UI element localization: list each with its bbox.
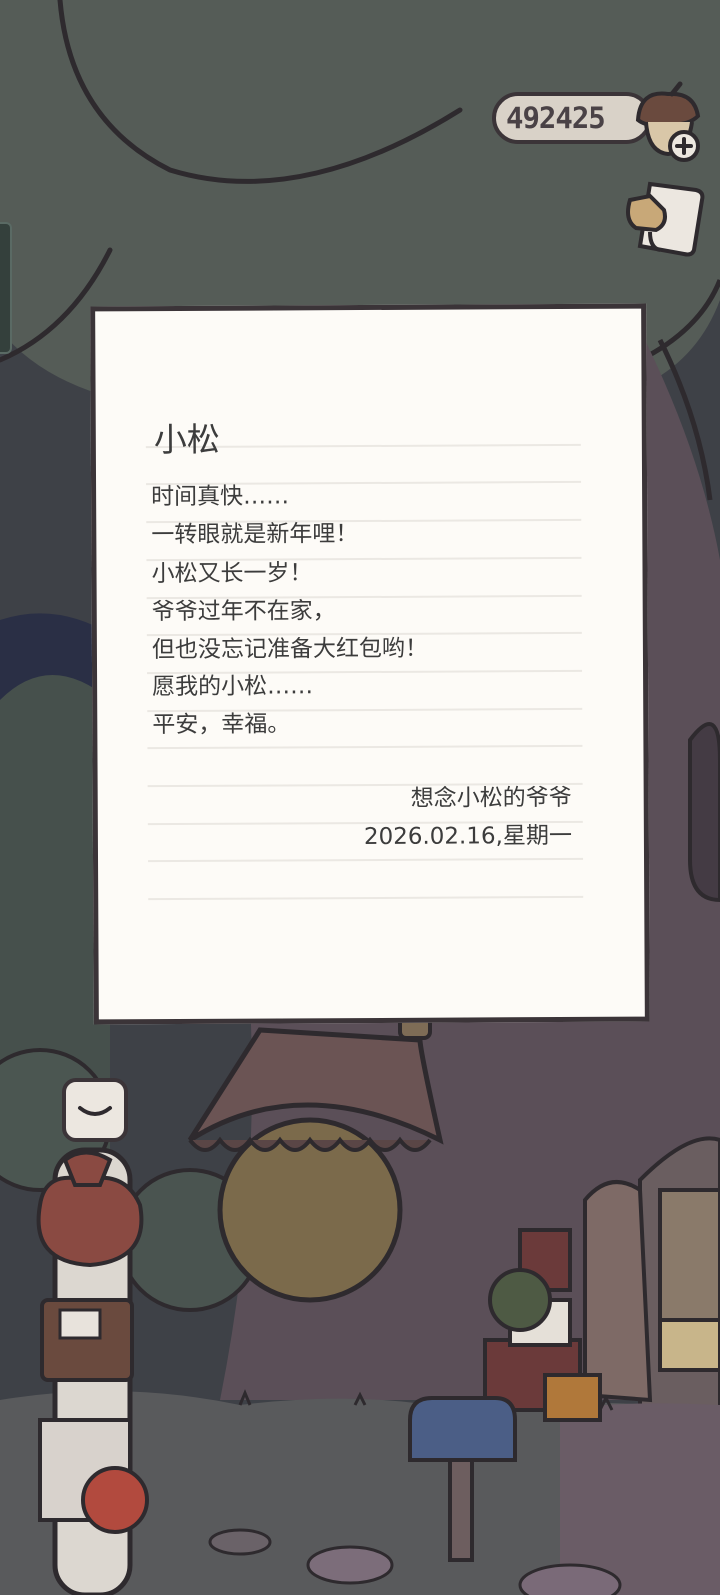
mail-icon (78, 1106, 112, 1116)
letter-line: 小松又长一岁！ (151, 560, 313, 588)
letter-line: 一转眼就是新年哩！ (151, 521, 359, 549)
letter-signature: 想念小松的爷爷 (410, 784, 572, 812)
letter-card: 小松 时间真快…… 一转眼就是新年哩！ 小松又长一岁！ 爷爷过年不在家， 但也没… (90, 303, 650, 1025)
letter-line: 但也没忘记准备大红包哟！ (151, 635, 428, 664)
letter-line: 愿我的小松…… (152, 673, 314, 701)
letter-line: 时间真快…… (151, 483, 290, 511)
side-tab[interactable] (0, 222, 12, 354)
letter-line: 平安，幸福。 (152, 711, 291, 739)
acorn-add-icon[interactable] (628, 80, 708, 164)
card-clip-icon[interactable] (620, 180, 706, 260)
letter-greeting: 小松 (153, 419, 220, 460)
letter-line: 爷爷过年不在家， (151, 598, 336, 626)
mail-button[interactable] (62, 1078, 128, 1142)
letter-date: 2026.02.16,星期一 (363, 822, 572, 851)
